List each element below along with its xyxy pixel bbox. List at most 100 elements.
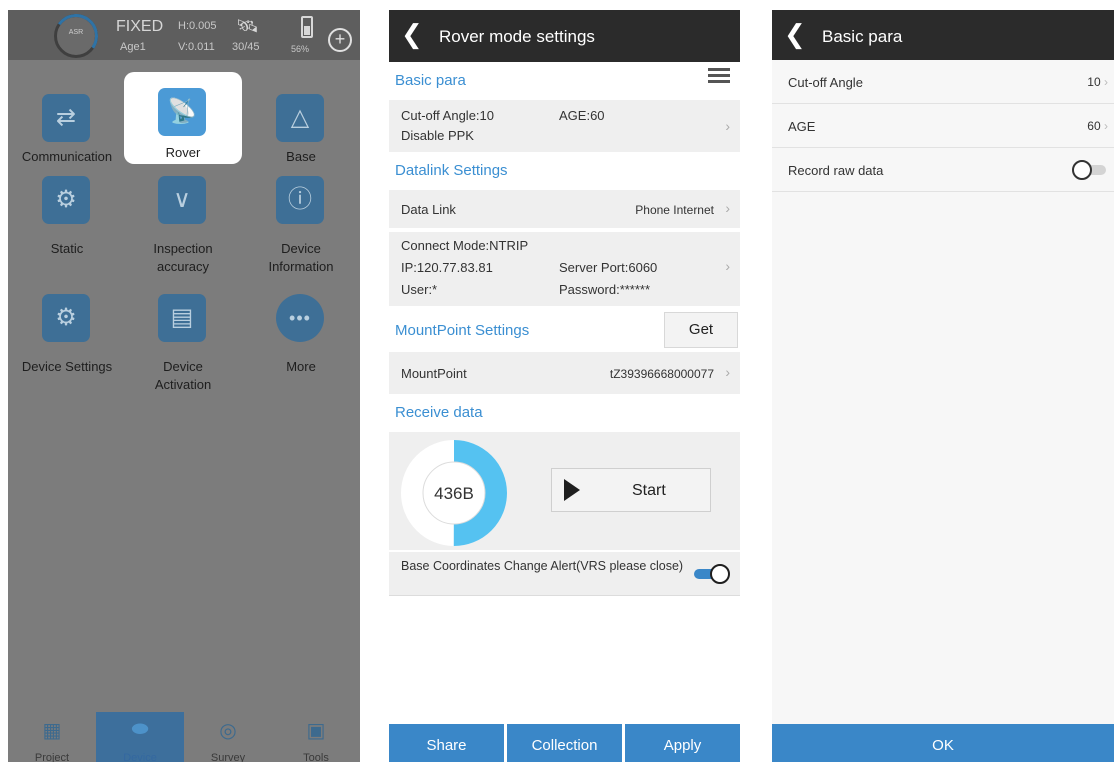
record-raw-data-row: Record raw data [772, 148, 1114, 192]
ppk-text: Disable PPK [401, 128, 474, 143]
ok-button[interactable]: OK [772, 724, 1114, 762]
mountpoint-value: tZ39396668000077 [609, 367, 714, 381]
tab-label: Project [34, 752, 70, 762]
start-label: Start [632, 482, 666, 499]
page-title: Rover mode settings [439, 27, 595, 46]
title-bar: ❮ Rover mode settings [389, 10, 740, 62]
basic-para-header: Basic para [389, 64, 740, 100]
action-bar: Share Collection Apply [389, 724, 740, 762]
user-text: User:* [401, 282, 438, 297]
info-icon: ⓘ [276, 176, 324, 224]
mountpoint-header: MountPoint Settings Get [389, 312, 740, 348]
menu-item-inspection-accuracy[interactable]: ∨ Inspection accuracy [124, 176, 242, 286]
section-title: MountPoint Settings [395, 322, 530, 339]
tab-device[interactable]: ⬬ Device [96, 712, 184, 762]
share-button[interactable]: Share [389, 724, 504, 762]
basic-para-screen: ❮ Basic para Cut-off Angle 10 › AGE 60 ›… [772, 10, 1114, 762]
menu-item-communication[interactable]: ⇄ Communication [8, 76, 126, 186]
received-amount: 436B [434, 484, 474, 503]
apply-button[interactable]: Apply [625, 724, 740, 762]
add-icon[interactable]: + [328, 28, 352, 52]
connect-mode-text: Connect Mode:NTRIP [401, 238, 529, 253]
base-icon: △ [276, 94, 324, 142]
mountpoint-row[interactable]: MountPoint tZ39396668000077 › [389, 352, 740, 394]
status-bar: ASR FIXED Age1 H:0.005 V:0.011 🛰 30/45 5… [8, 10, 360, 62]
h-precision: H:0.005 [178, 20, 217, 32]
record-raw-toggle[interactable] [1072, 160, 1108, 180]
datalink-header: Datalink Settings [389, 154, 740, 190]
chevron-right-icon: › [725, 258, 730, 274]
tab-survey[interactable]: ◎ Survey [184, 712, 272, 762]
data-link-row[interactable]: Data Link Phone Internet › [389, 190, 740, 230]
gauge-arc [50, 10, 102, 62]
bottom-tab-bar: ▦ Project ⬬ Device ◎ Survey ▣ Tools [8, 712, 360, 762]
menu-label: Static [50, 241, 84, 256]
rover-icon: 📡 [158, 88, 206, 136]
title-bar: ❮ Basic para [772, 10, 1114, 62]
start-button[interactable]: Start [551, 468, 711, 512]
satellite-count: 30/45 [232, 41, 260, 53]
play-icon [564, 479, 580, 501]
battery-icon [301, 16, 313, 38]
chevron-right-icon: › [725, 118, 730, 134]
menu-label: Device Settings [21, 359, 113, 374]
back-icon[interactable]: ❮ [401, 20, 423, 48]
device-settings-icon: ⚙ [42, 294, 90, 342]
device-screen: ASR FIXED Age1 H:0.005 V:0.011 🛰 30/45 5… [8, 10, 360, 762]
menu-item-device-activation[interactable]: ▤ Device Activation [124, 294, 242, 404]
mountpoint-label: MountPoint [401, 366, 467, 381]
password-text: Password:****** [559, 282, 651, 297]
tab-label: Device [123, 752, 157, 762]
age-value: 60 › [1087, 119, 1108, 133]
menu-item-static[interactable]: ⚙ Static [8, 176, 126, 286]
inspection-icon: ∨ [158, 176, 206, 224]
ntrip-row[interactable]: Connect Mode:NTRIP IP:120.77.83.81 Serve… [389, 232, 740, 306]
toggle-knob [1072, 160, 1092, 180]
device-icon: ⬬ [131, 718, 149, 740]
tab-project[interactable]: ▦ Project [8, 712, 96, 762]
cutoff-angle-row[interactable]: Cut-off Angle 10 › [772, 60, 1114, 104]
menu-item-more[interactable]: ••• More [242, 294, 360, 404]
collection-button[interactable]: Collection [507, 724, 622, 762]
v-precision: V:0.011 [178, 41, 215, 53]
page-title: Basic para [822, 27, 903, 46]
menu-label: Inspection accuracy [153, 241, 213, 274]
fix-status: FIXED [116, 18, 164, 35]
data-link-value: Phone Internet [635, 203, 714, 217]
section-title: Datalink Settings [395, 162, 508, 179]
menu-item-device-information[interactable]: ⓘ Device Information [242, 176, 360, 286]
rover-mode-settings-screen: ❮ Rover mode settings Basic para Cut-off… [389, 10, 740, 762]
activation-icon: ▤ [158, 294, 206, 342]
menu-label: Base [286, 149, 316, 164]
toggle-knob [710, 564, 730, 584]
chevron-right-icon: › [725, 200, 730, 216]
tab-tools[interactable]: ▣ Tools [272, 712, 360, 762]
row-label: AGE [788, 119, 816, 134]
menu-label: Device Information [268, 241, 334, 274]
menu-item-device-settings[interactable]: ⚙ Device Settings [8, 294, 126, 404]
gauge-label: ASR [68, 29, 84, 36]
receive-data-panel: 436B Start [389, 432, 740, 550]
battery-percent: 56% [291, 44, 310, 54]
alert-text: Base Coordinates Change Alert(VRS please… [401, 559, 684, 573]
list-menu-icon[interactable] [708, 66, 730, 88]
row-label: Cut-off Angle [788, 75, 863, 90]
survey-icon: ◎ [219, 720, 237, 742]
back-icon[interactable]: ❮ [784, 20, 806, 48]
menu-item-rover[interactable]: 📡 Rover [124, 72, 242, 164]
ip-text: IP:120.77.83.81 [401, 260, 493, 275]
basic-para-row[interactable]: Cut-off Angle:10 AGE:60 Disable PPK › [389, 100, 740, 152]
server-port-text: Server Port:6060 [559, 260, 658, 275]
age-row[interactable]: AGE 60 › [772, 104, 1114, 148]
get-button[interactable]: Get [664, 312, 738, 348]
receive-data-header: Receive data [389, 396, 740, 432]
satellite-icon: 🛰 [236, 16, 259, 36]
menu-label: Device Activation [154, 359, 212, 392]
menu-item-base[interactable]: △ Base [242, 76, 360, 186]
tab-label: Tools [303, 752, 329, 762]
age-text: AGE:60 [559, 108, 605, 123]
donut-chart: 436B [401, 440, 507, 546]
receive-donut: 436B [399, 438, 509, 548]
row-label: Record raw data [788, 163, 884, 178]
alert-toggle[interactable] [694, 564, 730, 584]
